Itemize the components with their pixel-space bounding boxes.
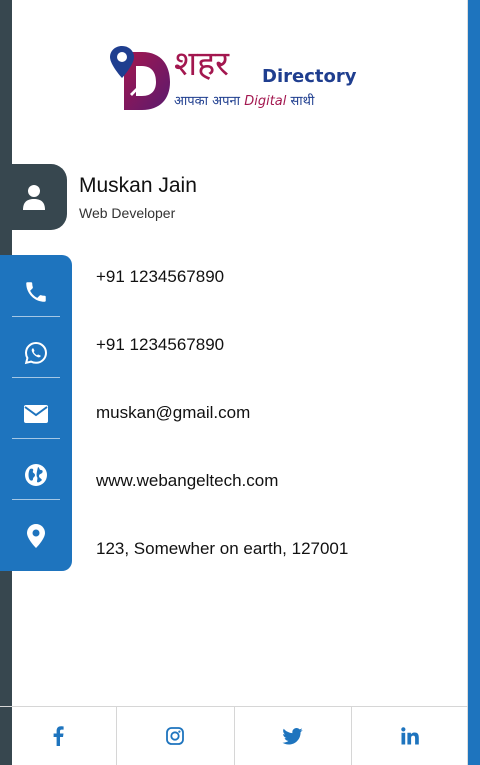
profile-name: Muskan Jain — [79, 174, 197, 197]
facebook-icon — [53, 726, 64, 746]
email-address[interactable]: muskan@gmail.com — [96, 403, 250, 423]
linkedin-icon — [401, 727, 419, 745]
facebook-button[interactable] — [0, 707, 118, 765]
website-url[interactable]: www.webangeltech.com — [96, 471, 278, 491]
website-button[interactable] — [0, 444, 72, 505]
whatsapp-icon — [24, 341, 48, 364]
email-button[interactable] — [0, 383, 72, 444]
brand-logo: शहर Directory आपका अपना Digital साथी — [110, 44, 370, 116]
whatsapp-button[interactable] — [0, 322, 72, 383]
tagline-prefix: आपका अपना — [174, 94, 241, 109]
brand-hindi-name: शहर — [174, 44, 230, 84]
instagram-button[interactable] — [117, 707, 235, 765]
linkedin-button[interactable] — [352, 707, 468, 765]
logo-mark-icon — [110, 46, 170, 110]
brand-english-name: Directory — [262, 66, 357, 87]
divider — [12, 377, 60, 378]
twitter-button[interactable] — [235, 707, 352, 765]
location-pin-icon — [27, 523, 45, 548]
profile-tab — [0, 164, 67, 230]
whatsapp-number[interactable]: +91 1234567890 — [96, 335, 224, 355]
phone-number[interactable]: +91 1234567890 — [96, 267, 224, 287]
tagline-highlight: Digital — [244, 94, 287, 109]
instagram-icon — [166, 727, 185, 745]
phone-button[interactable] — [0, 261, 72, 322]
divider — [12, 499, 60, 500]
location-button[interactable] — [0, 505, 72, 566]
globe-icon — [25, 463, 47, 486]
phone-icon — [26, 281, 46, 302]
divider — [12, 438, 60, 439]
twitter-icon — [282, 727, 303, 744]
user-icon — [22, 185, 45, 210]
address: 123, Somewher on earth, 127001 — [96, 539, 349, 558]
brand-tagline: आपका अपना Digital साथी — [174, 91, 314, 109]
right-accent-strip — [468, 0, 480, 765]
contact-icon-bar — [0, 255, 72, 571]
divider — [12, 316, 60, 317]
envelope-icon — [24, 404, 48, 423]
profile-title: Web Developer — [79, 205, 176, 221]
tagline-suffix: साथी — [290, 94, 315, 109]
social-links-bar — [0, 706, 468, 765]
